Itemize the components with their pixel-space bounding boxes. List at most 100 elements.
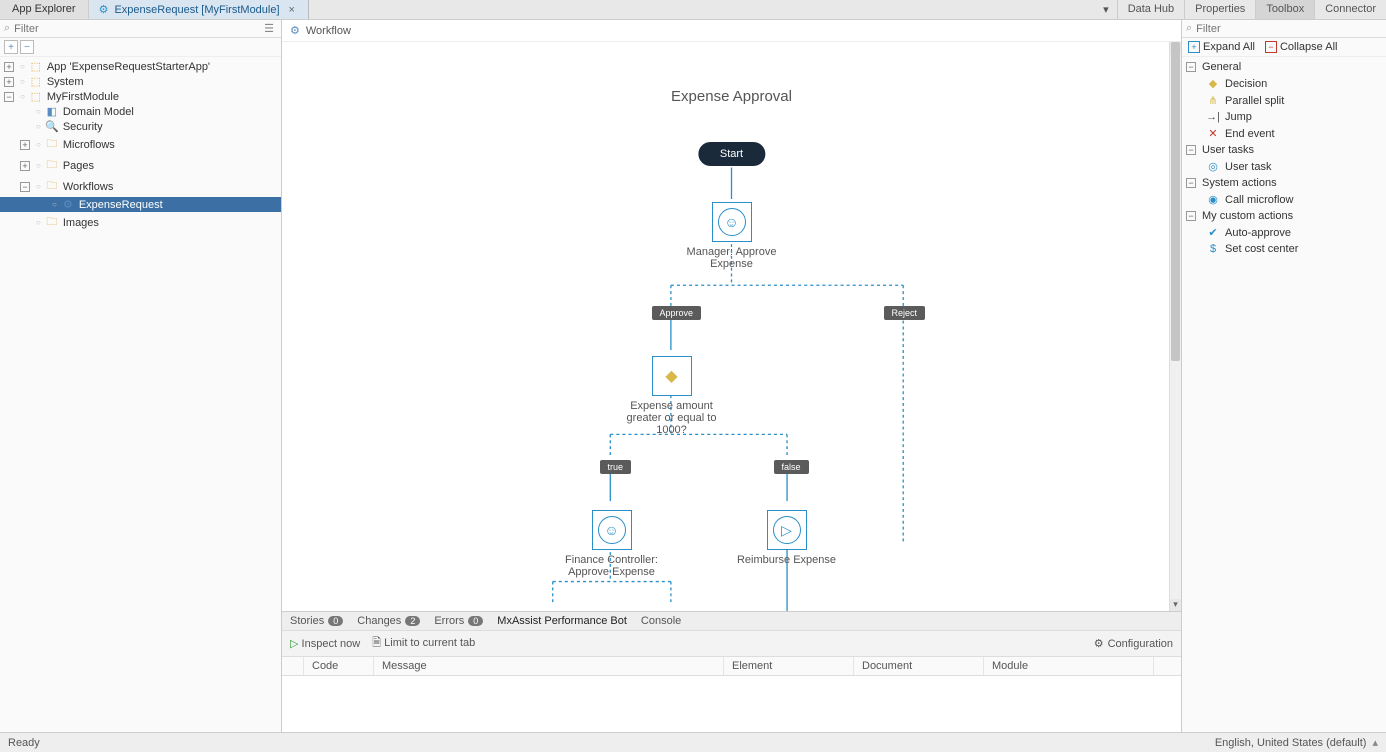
toolbox-item-icon: ⋔ — [1206, 94, 1220, 107]
app-explorer-panel: ⌕ ☰ + − +○⬚App 'ExpenseRequestStarterApp… — [0, 20, 282, 732]
tree-item-expenserequest[interactable]: ○⚙ExpenseRequest — [0, 197, 281, 212]
toolbox-item-user-task[interactable]: ◎ User task — [1182, 158, 1386, 175]
node-type-icon: 🗀 — [45, 135, 59, 154]
toolbox-item-icon: ◎ — [1206, 160, 1220, 173]
tree-item-workflows[interactable]: −○🗀Workflows — [0, 176, 281, 197]
bottom-tab-console[interactable]: Console — [641, 615, 681, 627]
toolbox-filter-input[interactable] — [1196, 23, 1382, 35]
bottom-tabs: Stories0 Changes2 Errors0 MxAssist Performa… — [282, 612, 1181, 631]
tab-toolbox[interactable]: Toolbox — [1255, 0, 1314, 19]
document-icon: 🗎 — [372, 637, 381, 649]
app-explorer-filter-input[interactable] — [14, 23, 257, 35]
grid-col-element[interactable]: Element — [724, 657, 854, 675]
dropdown-caret-icon[interactable]: ▾ — [1095, 0, 1117, 19]
breadcrumb: Workflow — [306, 25, 351, 37]
inspect-now-button[interactable]: ▷ Inspect now — [290, 637, 360, 650]
workflow-node-decision[interactable]: ◆ — [652, 356, 692, 396]
grid-col-code[interactable]: Code — [304, 657, 374, 675]
tab-properties[interactable]: Properties — [1184, 0, 1255, 19]
toolbox-category[interactable]: −My custom actions — [1182, 208, 1386, 224]
toolbox-item-end-event[interactable]: ✕End event — [1182, 125, 1386, 142]
workflow-path-false[interactable]: false — [774, 460, 809, 474]
scroll-thumb[interactable] — [1171, 42, 1180, 361]
expander-icon[interactable]: − — [1186, 178, 1196, 188]
toolbox-item-jump[interactable]: →|Jump — [1182, 109, 1386, 125]
grid-col-document[interactable]: Document — [854, 657, 984, 675]
workflow-path-reject[interactable]: Reject — [884, 306, 926, 320]
limit-to-tab-button[interactable]: 🗎 Limit to current tab — [372, 634, 475, 653]
bottom-tab-changes[interactable]: Changes2 — [357, 615, 420, 627]
expand-all-button[interactable]: +Expand All — [1188, 41, 1255, 53]
toolbox-item-decision[interactable]: ◆Decision — [1182, 75, 1386, 92]
tab-connector[interactable]: Connector — [1314, 0, 1386, 19]
configuration-button[interactable]: ⚙ Configuration — [1094, 637, 1173, 650]
bottom-tab-errors[interactable]: Errors0 — [434, 615, 483, 627]
toolbox-item-label: User task — [1225, 161, 1271, 173]
expander-icon[interactable]: − — [1186, 211, 1196, 221]
tree-item-domain-model[interactable]: ○◧Domain Model — [0, 104, 281, 119]
tab-data-hub[interactable]: Data Hub — [1117, 0, 1184, 19]
collapse-all-button[interactable]: − — [20, 40, 34, 54]
expander-icon[interactable]: − — [4, 92, 14, 102]
chevron-up-icon[interactable]: ▴ — [1372, 736, 1378, 749]
toolbox-item-parallel-split[interactable]: ⋔Parallel split — [1182, 92, 1386, 109]
toolbox-tree[interactable]: −General◆Decision⋔Parallel split→|Jump✕E… — [1182, 57, 1386, 732]
grid-col-message[interactable]: Message — [374, 657, 724, 675]
toolbox-item-call-microflow[interactable]: ◉Call microflow — [1182, 191, 1386, 208]
expander-icon[interactable]: − — [1186, 62, 1196, 72]
bottom-tab-stories[interactable]: Stories0 — [290, 615, 343, 627]
expander-icon[interactable]: + — [4, 62, 14, 72]
close-icon[interactable]: × — [286, 4, 298, 16]
tree-item-pages[interactable]: +○🗀Pages — [0, 155, 281, 176]
node-type-icon: ⚙ — [61, 198, 75, 211]
editor-tab-expense-request[interactable]: ⚙ ExpenseRequest [MyFirstModule] × — [89, 0, 309, 19]
toolbox-category[interactable]: −General — [1182, 59, 1386, 75]
tree-item-system[interactable]: +○⬚System — [0, 74, 281, 89]
tree-item-security[interactable]: ○🔍Security — [0, 119, 281, 134]
bullet-icon: ○ — [20, 77, 25, 86]
workflow-title: Expense Approval — [671, 88, 792, 105]
plus-icon: + — [1188, 41, 1200, 53]
toolbox-item-auto-approve[interactable]: ✔Auto-approve — [1182, 224, 1386, 241]
workflow-node-finance-approve[interactable]: ☺ — [592, 510, 632, 550]
expander-icon[interactable]: + — [20, 140, 30, 150]
workflow-path-true[interactable]: true — [600, 460, 632, 474]
workflow-canvas[interactable]: Expense Approval Start ☺ Manager: Approv… — [282, 42, 1181, 611]
expand-tree-icon[interactable]: ☰ — [261, 22, 277, 35]
expander-icon[interactable]: − — [20, 182, 30, 192]
toolbox-category[interactable]: −System actions — [1182, 175, 1386, 191]
grid-col-module[interactable]: Module — [984, 657, 1154, 675]
tree-item-microflows[interactable]: +○🗀Microflows — [0, 134, 281, 155]
bottom-tab-mxassist-performance-bot[interactable]: MxAssist Performance Bot — [497, 615, 627, 627]
workflow-node-reimburse[interactable]: ▷ — [767, 510, 807, 550]
expander-icon[interactable]: + — [20, 161, 30, 171]
decision-icon: ◆ — [665, 366, 677, 386]
collapse-all-button[interactable]: −Collapse All — [1265, 41, 1337, 53]
badge: 0 — [328, 616, 343, 626]
toolbox-item-icon: →| — [1206, 111, 1220, 123]
user-task-icon: ☺ — [598, 516, 626, 544]
top-tab-bar: App Explorer ⚙ ExpenseRequest [MyFirstMo… — [0, 0, 1386, 20]
app-explorer-tree[interactable]: +○⬚App 'ExpenseRequestStarterApp'+○⬚Syst… — [0, 57, 281, 732]
expand-all-button[interactable]: + — [4, 40, 18, 54]
expander-icon[interactable]: − — [1186, 145, 1196, 155]
tree-item-label: Pages — [63, 160, 94, 172]
workflow-node-manager-approve[interactable]: ☺ — [712, 202, 752, 242]
scroll-down-icon[interactable]: ▾ — [1170, 599, 1181, 611]
tree-item-myfirstmodule[interactable]: −○⬚MyFirstModule — [0, 89, 281, 104]
toolbox-item-label: End event — [1225, 128, 1275, 140]
editor-area: ⚙ Workflow — [282, 20, 1181, 732]
tree-item-images[interactable]: ○🗀Images — [0, 212, 281, 233]
workflow-path-approve[interactable]: Approve — [652, 306, 702, 320]
canvas-scrollbar[interactable]: ▴ ▾ — [1169, 42, 1181, 611]
node-type-icon: ⬚ — [29, 60, 43, 73]
expander-icon[interactable]: + — [4, 77, 14, 87]
grid-col-handle[interactable] — [282, 657, 304, 675]
toolbox-category[interactable]: −User tasks — [1182, 142, 1386, 158]
workflow-start-node[interactable]: Start — [698, 142, 765, 166]
node-type-icon: ⬚ — [29, 75, 43, 88]
node-type-icon: 🗀 — [45, 177, 59, 196]
tree-item-app-expenserequeststarterapp-[interactable]: +○⬚App 'ExpenseRequestStarterApp' — [0, 59, 281, 74]
toolbox-item-icon: ◆ — [1206, 77, 1220, 90]
toolbox-item-set-cost-center[interactable]: $Set cost center — [1182, 241, 1386, 257]
